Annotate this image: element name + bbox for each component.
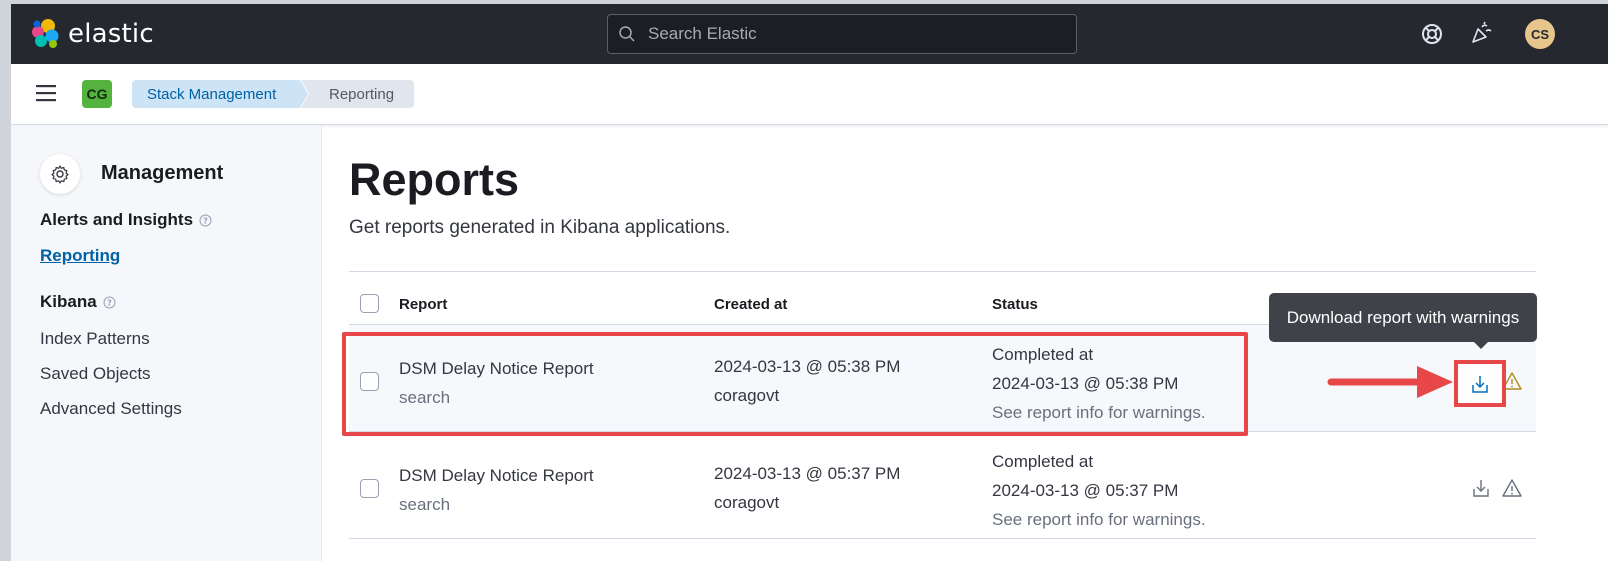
sidebar-item-index-patterns[interactable]: Index Patterns [40,329,150,349]
nav-group-label: Kibana [40,292,97,311]
report-title: DSM Delay Notice Report [399,466,594,485]
column-header-report[interactable]: Report [399,296,447,313]
user-avatar[interactable]: CS [1525,19,1555,49]
report-type: search [399,495,451,514]
sidebar-item-saved-objects[interactable]: Saved Objects [40,364,151,384]
download-icon[interactable] [1470,477,1492,499]
warning-icon[interactable] [1501,477,1523,499]
global-search[interactable] [607,14,1077,54]
elastic-logo[interactable]: elastic [30,18,154,50]
sidebar-item-reporting[interactable]: Reporting [40,246,120,266]
help-icon[interactable]: ? [199,214,212,227]
row-checkbox[interactable] [360,479,379,498]
download-icon [1472,375,1488,393]
status-cell: Completed at 2024-03-13 @ 05:37 PM See r… [992,447,1206,534]
nav-group-label: Alerts and Insights [40,210,194,229]
breadcrumb-bar: CG Stack Management Reporting [11,64,1608,125]
tooltip: Download report with warnings [1269,293,1537,342]
search-icon [619,26,635,42]
management-sidebar: Management Alerts and Insights ? Reporti… [11,125,322,561]
brand-name: elastic [68,19,154,49]
created-cell: 2024-03-13 @ 05:37 PM coragovt [714,459,900,517]
search-input[interactable] [646,23,1070,45]
highlight-box [342,332,1248,436]
download-report-button[interactable] [1454,360,1506,407]
breadcrumb-stack-management[interactable]: Stack Management [132,80,308,108]
help-icon[interactable]: ? [103,296,116,309]
nav-group-kibana: Kibana ? [40,292,116,312]
sidebar-title: Management [101,162,224,184]
column-header-status[interactable]: Status [992,296,1038,313]
gear-icon [51,165,69,184]
nav-group-alerts-insights: Alerts and Insights ? [40,210,212,230]
status-warning-note: See report info for warnings. [992,510,1206,529]
elastic-logo-icon [32,19,59,48]
divider [349,271,1536,272]
svg-text:?: ? [203,216,208,225]
status-time: 2024-03-13 @ 05:37 PM [992,481,1179,500]
report-cell: DSM Delay Notice Report search [399,461,594,519]
select-all-checkbox[interactable] [360,294,379,313]
created-user: coragovt [714,493,780,512]
management-icon-badge [40,154,80,194]
breadcrumb-reporting: Reporting [301,80,414,108]
app-window: elastic CS CG S [11,4,1608,561]
space-avatar[interactable]: CG [82,80,112,108]
status-label: Completed at [992,452,1094,471]
page-description: Get reports generated in Kibana applicat… [349,217,731,238]
created-date: 2024-03-13 @ 05:37 PM [714,464,901,483]
newsfeed-icon[interactable] [1468,21,1494,47]
hamburger-menu-icon[interactable] [36,84,58,102]
help-lifebuoy-icon[interactable] [1419,21,1445,47]
sidebar-item-advanced-settings[interactable]: Advanced Settings [40,399,182,419]
column-header-created-at[interactable]: Created at [714,296,787,313]
table-row: DSM Delay Notice Report search 2024-03-1… [349,432,1536,539]
svg-text:?: ? [107,298,112,307]
tooltip-arrow [1473,341,1489,349]
page-title: Reports [349,154,520,205]
arrow-right-icon [1327,366,1453,398]
top-header: elastic CS [11,4,1608,64]
